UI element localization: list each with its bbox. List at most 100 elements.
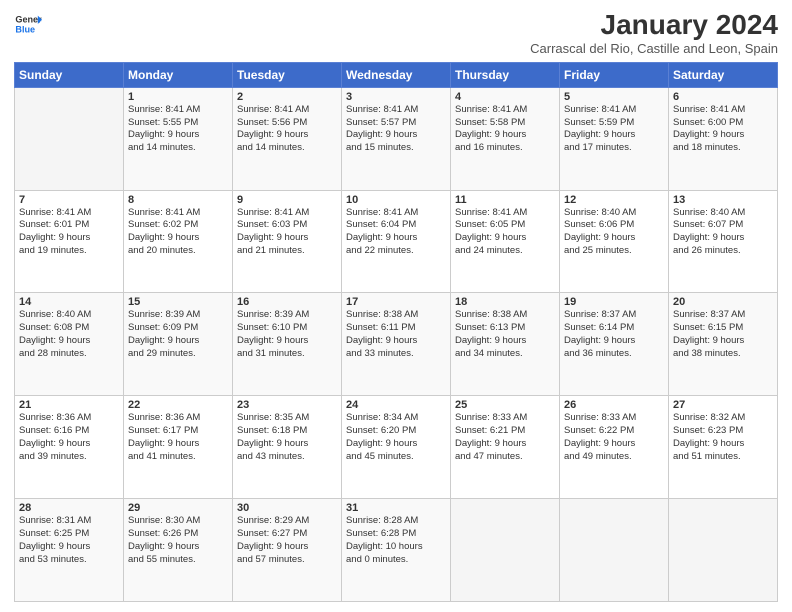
day-number: 3	[346, 91, 446, 103]
subtitle: Carrascal del Rio, Castille and Leon, Sp…	[530, 41, 778, 56]
calendar-cell: 3Sunrise: 8:41 AM Sunset: 5:57 PM Daylig…	[342, 87, 451, 190]
calendar-cell: 1Sunrise: 8:41 AM Sunset: 5:55 PM Daylig…	[124, 87, 233, 190]
day-info: Sunrise: 8:38 AM Sunset: 6:13 PM Dayligh…	[455, 309, 555, 360]
day-number: 17	[346, 296, 446, 308]
day-info: Sunrise: 8:32 AM Sunset: 6:23 PM Dayligh…	[673, 412, 773, 463]
logo: General Blue	[14, 10, 42, 38]
calendar-cell	[451, 499, 560, 602]
day-number: 19	[564, 296, 664, 308]
day-number: 21	[19, 399, 119, 411]
calendar-cell: 20Sunrise: 8:37 AM Sunset: 6:15 PM Dayli…	[669, 293, 778, 396]
calendar-cell: 25Sunrise: 8:33 AM Sunset: 6:21 PM Dayli…	[451, 396, 560, 499]
calendar-cell: 31Sunrise: 8:28 AM Sunset: 6:28 PM Dayli…	[342, 499, 451, 602]
calendar-cell: 19Sunrise: 8:37 AM Sunset: 6:14 PM Dayli…	[560, 293, 669, 396]
day-info: Sunrise: 8:40 AM Sunset: 6:08 PM Dayligh…	[19, 309, 119, 360]
day-info: Sunrise: 8:34 AM Sunset: 6:20 PM Dayligh…	[346, 412, 446, 463]
calendar-cell: 8Sunrise: 8:41 AM Sunset: 6:02 PM Daylig…	[124, 190, 233, 293]
calendar-cell: 7Sunrise: 8:41 AM Sunset: 6:01 PM Daylig…	[15, 190, 124, 293]
calendar-cell: 5Sunrise: 8:41 AM Sunset: 5:59 PM Daylig…	[560, 87, 669, 190]
calendar-cell: 10Sunrise: 8:41 AM Sunset: 6:04 PM Dayli…	[342, 190, 451, 293]
day-info: Sunrise: 8:41 AM Sunset: 6:03 PM Dayligh…	[237, 207, 337, 258]
day-number: 10	[346, 194, 446, 206]
day-info: Sunrise: 8:37 AM Sunset: 6:14 PM Dayligh…	[564, 309, 664, 360]
day-info: Sunrise: 8:33 AM Sunset: 6:21 PM Dayligh…	[455, 412, 555, 463]
day-number: 14	[19, 296, 119, 308]
day-number: 23	[237, 399, 337, 411]
day-number: 6	[673, 91, 773, 103]
calendar-cell: 24Sunrise: 8:34 AM Sunset: 6:20 PM Dayli…	[342, 396, 451, 499]
day-number: 27	[673, 399, 773, 411]
svg-text:Blue: Blue	[15, 24, 35, 34]
day-number: 2	[237, 91, 337, 103]
day-number: 26	[564, 399, 664, 411]
calendar-cell: 13Sunrise: 8:40 AM Sunset: 6:07 PM Dayli…	[669, 190, 778, 293]
day-number: 11	[455, 194, 555, 206]
day-info: Sunrise: 8:41 AM Sunset: 5:57 PM Dayligh…	[346, 104, 446, 155]
day-number: 5	[564, 91, 664, 103]
day-info: Sunrise: 8:38 AM Sunset: 6:11 PM Dayligh…	[346, 309, 446, 360]
calendar-cell: 15Sunrise: 8:39 AM Sunset: 6:09 PM Dayli…	[124, 293, 233, 396]
page: General Blue January 2024 Carrascal del …	[0, 0, 792, 612]
day-info: Sunrise: 8:41 AM Sunset: 5:58 PM Dayligh…	[455, 104, 555, 155]
day-number: 29	[128, 502, 228, 514]
day-info: Sunrise: 8:41 AM Sunset: 6:04 PM Dayligh…	[346, 207, 446, 258]
weekday-header-cell: Saturday	[669, 62, 778, 87]
day-info: Sunrise: 8:35 AM Sunset: 6:18 PM Dayligh…	[237, 412, 337, 463]
day-info: Sunrise: 8:33 AM Sunset: 6:22 PM Dayligh…	[564, 412, 664, 463]
calendar-cell: 2Sunrise: 8:41 AM Sunset: 5:56 PM Daylig…	[233, 87, 342, 190]
day-info: Sunrise: 8:31 AM Sunset: 6:25 PM Dayligh…	[19, 515, 119, 566]
day-info: Sunrise: 8:41 AM Sunset: 6:02 PM Dayligh…	[128, 207, 228, 258]
weekday-header-cell: Friday	[560, 62, 669, 87]
weekday-header-cell: Sunday	[15, 62, 124, 87]
calendar-cell	[669, 499, 778, 602]
calendar-cell: 28Sunrise: 8:31 AM Sunset: 6:25 PM Dayli…	[15, 499, 124, 602]
day-info: Sunrise: 8:41 AM Sunset: 5:56 PM Dayligh…	[237, 104, 337, 155]
day-number: 18	[455, 296, 555, 308]
day-info: Sunrise: 8:29 AM Sunset: 6:27 PM Dayligh…	[237, 515, 337, 566]
day-number: 12	[564, 194, 664, 206]
day-number: 25	[455, 399, 555, 411]
day-info: Sunrise: 8:41 AM Sunset: 6:05 PM Dayligh…	[455, 207, 555, 258]
calendar-cell: 14Sunrise: 8:40 AM Sunset: 6:08 PM Dayli…	[15, 293, 124, 396]
day-info: Sunrise: 8:40 AM Sunset: 6:06 PM Dayligh…	[564, 207, 664, 258]
calendar-cell: 30Sunrise: 8:29 AM Sunset: 6:27 PM Dayli…	[233, 499, 342, 602]
day-number: 1	[128, 91, 228, 103]
day-number: 15	[128, 296, 228, 308]
calendar-cell: 4Sunrise: 8:41 AM Sunset: 5:58 PM Daylig…	[451, 87, 560, 190]
weekday-header-cell: Wednesday	[342, 62, 451, 87]
calendar-cell: 11Sunrise: 8:41 AM Sunset: 6:05 PM Dayli…	[451, 190, 560, 293]
day-number: 9	[237, 194, 337, 206]
calendar-cell: 16Sunrise: 8:39 AM Sunset: 6:10 PM Dayli…	[233, 293, 342, 396]
day-info: Sunrise: 8:40 AM Sunset: 6:07 PM Dayligh…	[673, 207, 773, 258]
calendar-cell: 17Sunrise: 8:38 AM Sunset: 6:11 PM Dayli…	[342, 293, 451, 396]
day-info: Sunrise: 8:39 AM Sunset: 6:09 PM Dayligh…	[128, 309, 228, 360]
calendar-cell: 12Sunrise: 8:40 AM Sunset: 6:06 PM Dayli…	[560, 190, 669, 293]
calendar-cell: 21Sunrise: 8:36 AM Sunset: 6:16 PM Dayli…	[15, 396, 124, 499]
calendar-cell: 27Sunrise: 8:32 AM Sunset: 6:23 PM Dayli…	[669, 396, 778, 499]
calendar-cell: 29Sunrise: 8:30 AM Sunset: 6:26 PM Dayli…	[124, 499, 233, 602]
day-number: 31	[346, 502, 446, 514]
day-number: 22	[128, 399, 228, 411]
day-number: 20	[673, 296, 773, 308]
day-number: 8	[128, 194, 228, 206]
title-block: January 2024 Carrascal del Rio, Castille…	[530, 10, 778, 56]
calendar-cell: 23Sunrise: 8:35 AM Sunset: 6:18 PM Dayli…	[233, 396, 342, 499]
calendar-cell: 26Sunrise: 8:33 AM Sunset: 6:22 PM Dayli…	[560, 396, 669, 499]
day-number: 7	[19, 194, 119, 206]
calendar-cell: 9Sunrise: 8:41 AM Sunset: 6:03 PM Daylig…	[233, 190, 342, 293]
calendar-cell	[15, 87, 124, 190]
day-info: Sunrise: 8:41 AM Sunset: 5:59 PM Dayligh…	[564, 104, 664, 155]
weekday-header-cell: Monday	[124, 62, 233, 87]
main-title: January 2024	[530, 10, 778, 41]
day-info: Sunrise: 8:37 AM Sunset: 6:15 PM Dayligh…	[673, 309, 773, 360]
day-number: 13	[673, 194, 773, 206]
day-info: Sunrise: 8:41 AM Sunset: 6:01 PM Dayligh…	[19, 207, 119, 258]
calendar-cell: 18Sunrise: 8:38 AM Sunset: 6:13 PM Dayli…	[451, 293, 560, 396]
day-info: Sunrise: 8:36 AM Sunset: 6:17 PM Dayligh…	[128, 412, 228, 463]
weekday-header-cell: Thursday	[451, 62, 560, 87]
header: General Blue January 2024 Carrascal del …	[14, 10, 778, 56]
day-info: Sunrise: 8:41 AM Sunset: 5:55 PM Dayligh…	[128, 104, 228, 155]
day-number: 24	[346, 399, 446, 411]
calendar-cell	[560, 499, 669, 602]
calendar-cell: 6Sunrise: 8:41 AM Sunset: 6:00 PM Daylig…	[669, 87, 778, 190]
